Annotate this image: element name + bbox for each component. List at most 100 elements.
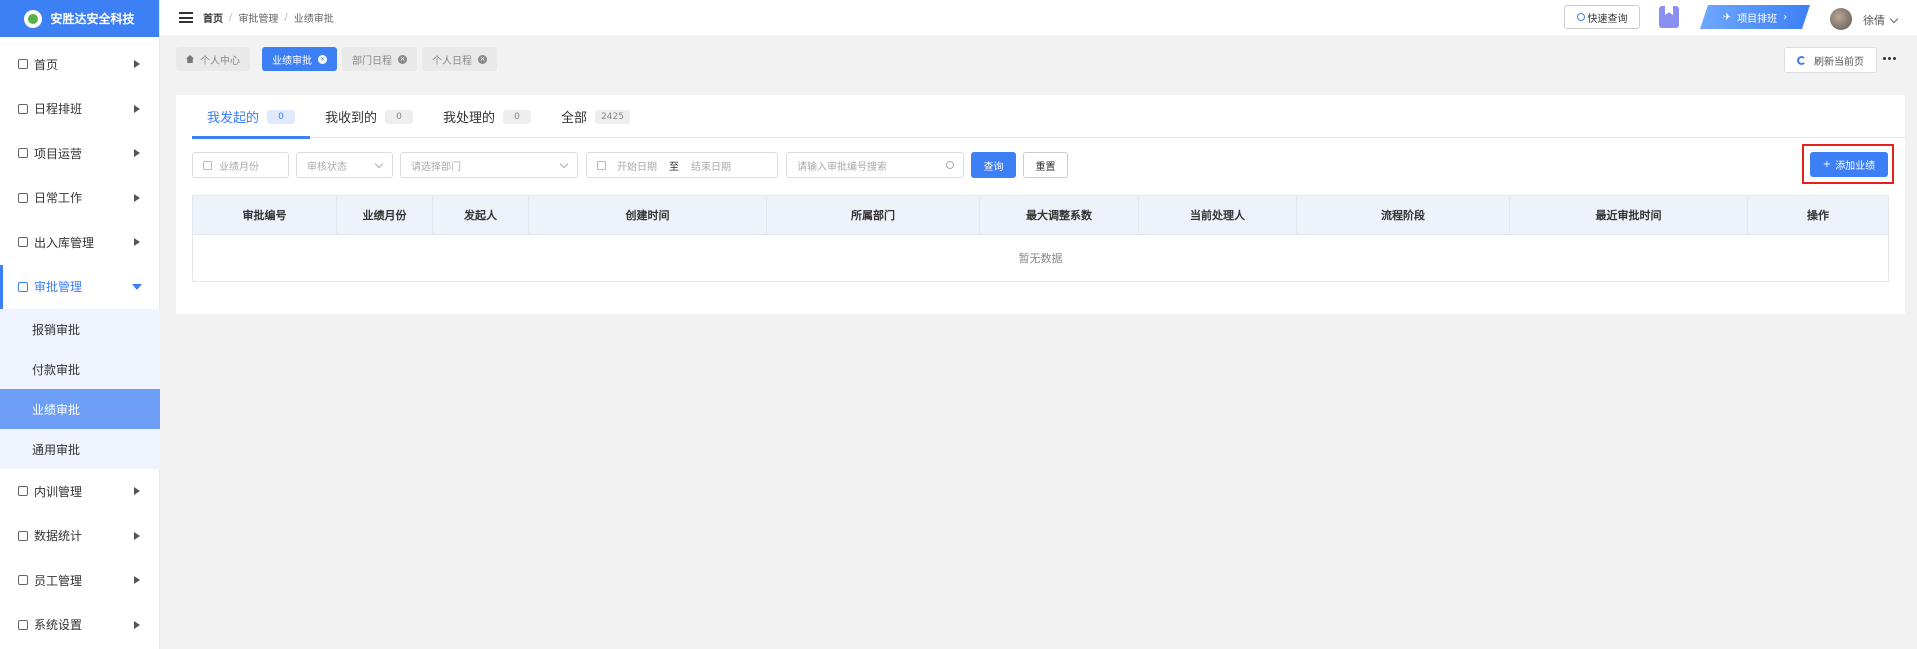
refresh-icon [1797,55,1806,65]
sidebar-item-daily-work[interactable]: 日常工作 [0,176,160,221]
calendar-icon [597,160,606,170]
tab-received[interactable]: 我收到的 0 [310,95,428,138]
breadcrumb: 首页 / 审批管理 / 业绩审批 [203,10,334,25]
column-header: 最大调整系数 [980,196,1139,234]
tag-personal-schedule[interactable]: 个人日程 × [422,47,497,71]
column-header: 最近审批时间 [1510,196,1748,234]
close-icon[interactable]: × [318,54,327,64]
column-header: 操作 [1807,209,1829,222]
query-button[interactable]: 查询 [971,152,1016,178]
column-header: 创建时间 [529,196,767,234]
approval-tabs: 我发起的 0 我收到的 0 我处理的 0 全部 2425 [192,95,1905,139]
column-header: 当前处理人 [1139,196,1297,234]
chevron-right-icon: › [1783,11,1788,23]
status-select[interactable]: 审核状态 [296,152,393,178]
caret-right-icon [134,193,140,202]
search-icon [946,161,954,169]
sidebar-subitem-expense-approval[interactable]: 报销审批 [0,309,160,349]
empty-state: 暂无数据 [193,234,1888,281]
menu-toggle-icon[interactable] [179,12,193,23]
reset-button[interactable]: 重置 [1023,152,1068,178]
search-icon [1576,13,1585,21]
project-schedule-button[interactable]: ✈ 项目排班 › [1700,5,1810,29]
column-header: 流程阶段 [1297,196,1510,234]
caret-right-icon [134,238,140,247]
monitor-icon [18,59,28,70]
sidebar-subitem-payment-approval[interactable]: 付款审批 [0,349,160,389]
bookmark-icon[interactable] [1659,6,1679,28]
approval-submenu: 报销审批 付款审批 业绩审批 通用审批 [0,309,160,469]
tag-performance-approval[interactable]: 业绩审批 × [262,47,337,71]
range-separator: 至 [669,161,679,173]
copy-icon [18,192,28,203]
users-icon [18,575,28,586]
sidebar-item-staff[interactable]: 员工管理 [0,558,160,603]
add-performance-button[interactable]: + 添加业绩 [1810,152,1888,177]
sidebar-item-approval[interactable]: 审批管理 [0,264,160,310]
column-header: 业绩月份 [337,196,433,234]
sidebar-subitem-performance-approval[interactable]: 业绩审批 [0,389,160,429]
sidebar-item-schedule[interactable]: 日程排班 [0,87,160,132]
caret-right-icon [134,531,140,540]
tag-dept-schedule[interactable]: 部门日程 × [342,47,417,71]
tag-personal-center[interactable]: 个人中心 [176,47,250,71]
close-icon[interactable]: × [478,54,487,64]
caret-right-icon [134,620,140,629]
date-range-picker[interactable]: 开始日期 至 结束日期 [586,152,778,178]
sidebar-item-project-ops[interactable]: 项目运营 [0,131,160,176]
lock-icon [18,281,28,292]
add-performance-highlight: + 添加业绩 [1802,144,1894,184]
column-header: 审批编号 [193,196,337,234]
gear-icon [18,619,28,630]
more-options-icon[interactable] [1883,57,1896,60]
sidebar-subitem-general-approval[interactable]: 通用审批 [0,429,160,469]
start-date-input[interactable]: 开始日期 [617,158,657,173]
refresh-page-button[interactable]: 刷新当前页 [1784,47,1877,73]
month-picker[interactable]: 业绩月份 [192,152,289,178]
tab-initiated[interactable]: 我发起的 0 [192,95,311,139]
search-input[interactable]: 请输入审批编号搜索 [786,152,964,178]
approval-table: 审批编号 业绩月份 发起人 创建时间 所属部门 最大调整系数 当前处理人 流程阶… [192,195,1889,282]
sidebar-item-inventory[interactable]: 出入库管理 [0,220,160,265]
avatar[interactable] [1830,8,1852,30]
main-card: 我发起的 0 我收到的 0 我处理的 0 全部 2425 业绩月份 审核状态 请… [176,95,1905,314]
chevron-down-icon [559,159,569,169]
plane-icon: ✈ [1722,11,1732,23]
plus-icon: + [1822,159,1832,170]
end-date-input[interactable]: 结束日期 [691,158,731,173]
close-icon[interactable]: × [398,54,407,64]
chevron-down-icon [1889,14,1899,23]
tab-count: 0 [503,109,532,124]
layers-icon [18,237,28,248]
caret-right-icon [134,576,140,585]
column-header: 发起人 [433,196,529,234]
sidebar-item-training[interactable]: 内训管理 [0,469,160,514]
tab-count: 2425 [595,109,630,124]
quick-search-button[interactable]: 快速查询 [1564,5,1640,29]
sidebar-item-statistics[interactable]: 数据统计 [0,514,160,559]
column-header: 所属部门 [767,196,980,234]
app-title: 安胜达安全科技 [50,12,135,26]
caret-right-icon [134,104,140,113]
breadcrumb-approval[interactable]: 审批管理 [238,10,278,25]
sidebar-item-settings[interactable]: 系统设置 [0,603,160,648]
grid-icon [18,148,28,159]
calendar-icon [18,103,28,114]
tab-handled[interactable]: 我处理的 0 [428,95,546,138]
chevron-down-icon [374,159,384,169]
tab-count: 0 [385,109,414,124]
tools-icon [18,486,28,497]
tab-all[interactable]: 全部 2425 [546,95,645,138]
breadcrumb-current: 业绩审批 [293,14,334,25]
app-logo[interactable]: 安胜达安全科技 [0,0,159,37]
user-menu[interactable]: 徐倩 [1863,12,1899,28]
home-icon [186,55,194,63]
caret-down-icon [132,283,142,290]
calendar-icon [203,160,212,170]
tab-count: 0 [267,109,296,124]
sidebar-item-home[interactable]: 首页 [0,42,160,87]
department-select[interactable]: 请选择部门 [400,152,578,178]
caret-right-icon [134,149,140,158]
top-header: 首页 / 审批管理 / 业绩审批 [160,0,1917,35]
breadcrumb-home[interactable]: 首页 [203,10,223,25]
